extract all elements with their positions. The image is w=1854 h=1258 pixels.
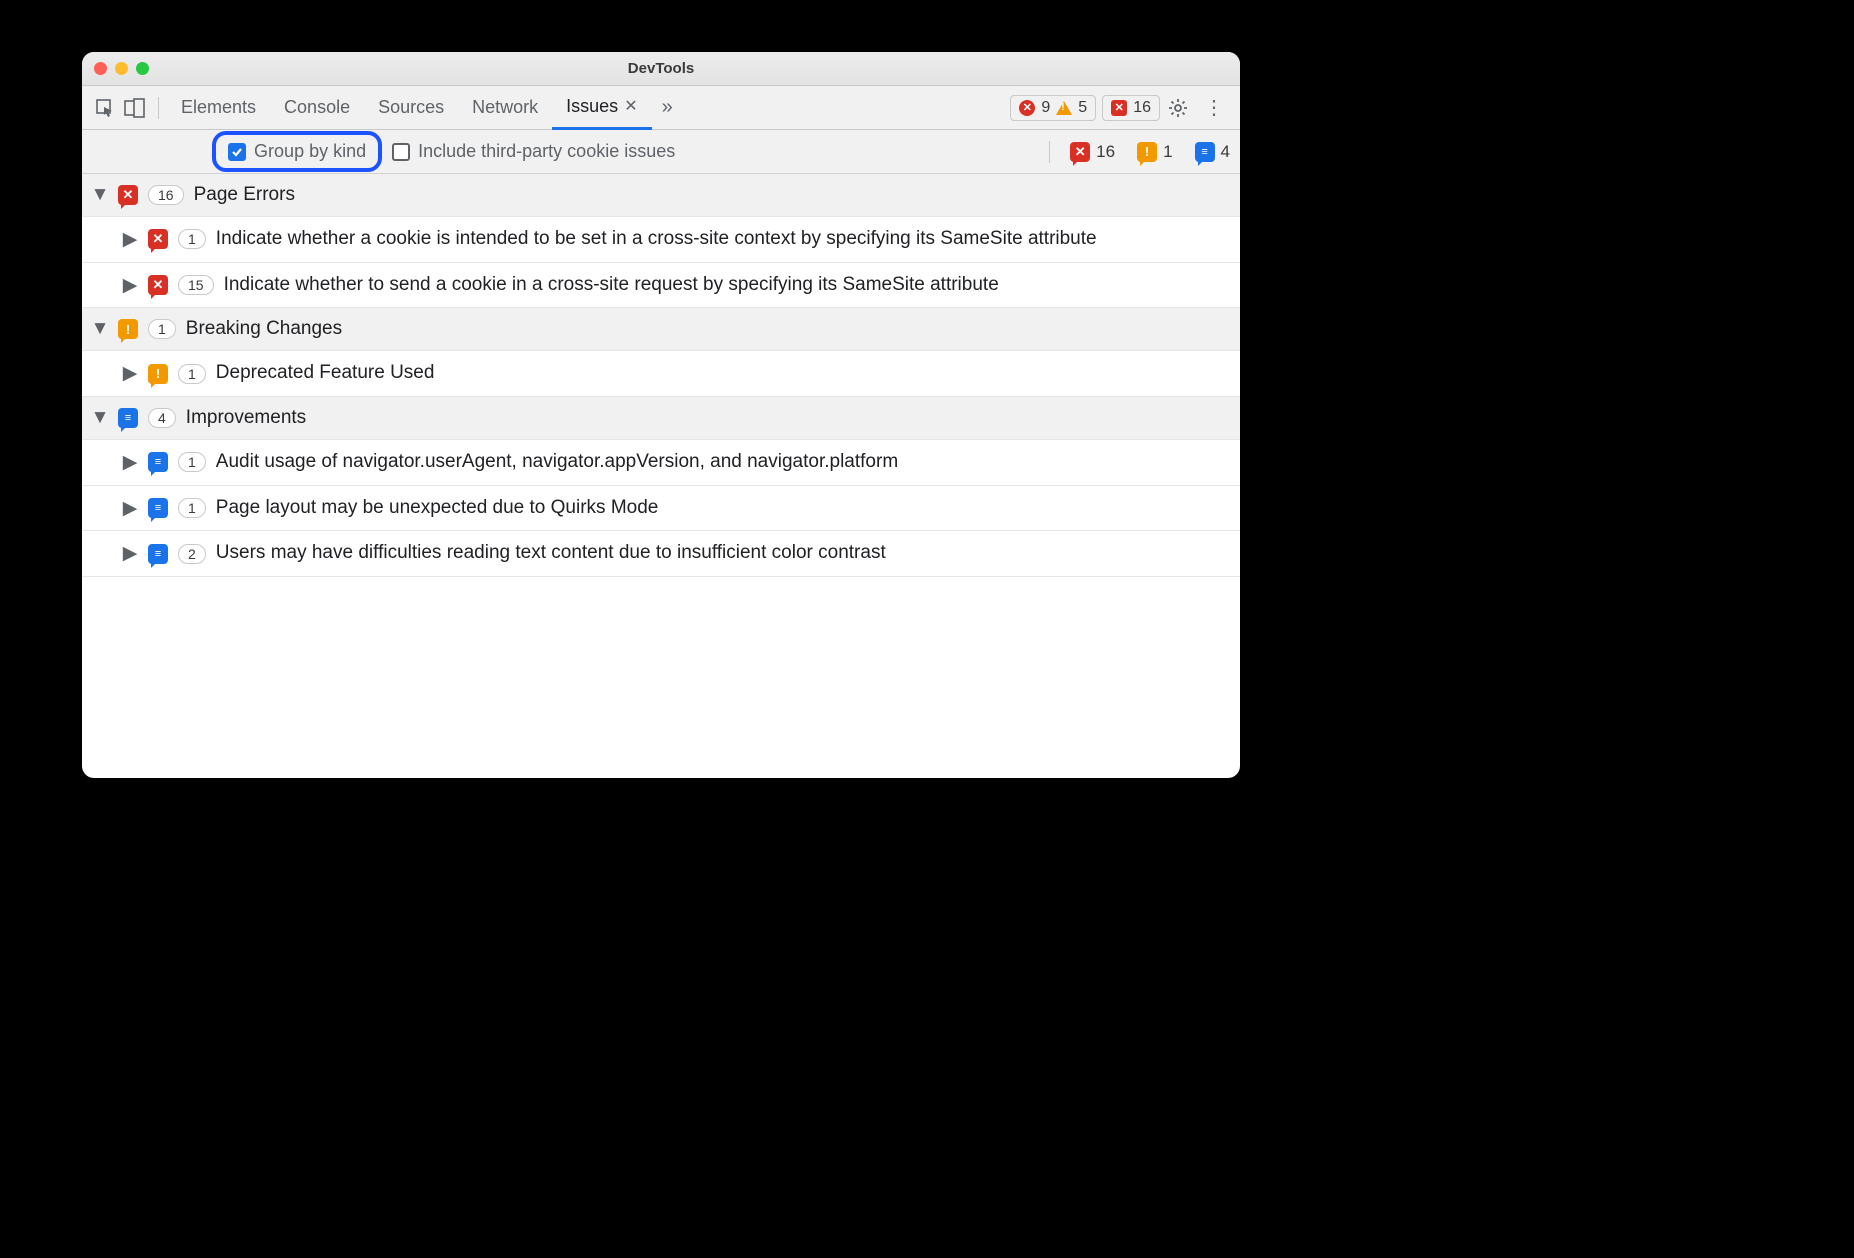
- group-title: Improvements: [186, 407, 306, 429]
- issue-row[interactable]: ▶ ! 1 Deprecated Feature Used: [82, 351, 1240, 397]
- separator: [158, 97, 159, 119]
- error-icon: ✕: [148, 229, 168, 249]
- window-controls: [94, 62, 149, 75]
- tab-label: Console: [284, 97, 350, 118]
- issue-title: Audit usage of navigator.userAgent, navi…: [216, 450, 1230, 475]
- warning-icon: !: [148, 364, 168, 384]
- zoom-window-button[interactable]: [136, 62, 149, 75]
- issues-list: ▼ ✕ 16 Page Errors ▶ ✕ 1 Indicate whethe…: [82, 174, 1240, 778]
- group-by-kind-checkbox[interactable]: Group by kind: [228, 141, 366, 162]
- tab-label: Elements: [181, 97, 256, 118]
- warning-count-chip[interactable]: ! 1: [1137, 142, 1172, 162]
- issue-title: Page layout may be unexpected due to Qui…: [216, 496, 1230, 521]
- tab-strip: Elements Console Sources Network Issues …: [82, 86, 1240, 130]
- issue-row[interactable]: ▶ ≡ 2 Users may have difficulties readin…: [82, 531, 1240, 577]
- error-icon: ✕: [1070, 142, 1090, 162]
- devtools-window: DevTools Elements Console Sources Networ…: [82, 52, 1240, 778]
- include-third-party-checkbox[interactable]: Include third-party cookie issues: [392, 141, 675, 162]
- issues-chip[interactable]: ✕ 16: [1102, 95, 1160, 121]
- count-badge: 1: [178, 452, 206, 472]
- count-badge: 4: [148, 408, 176, 428]
- warning-count: 5: [1078, 99, 1087, 117]
- chevron-right-icon[interactable]: ▶: [122, 500, 138, 516]
- chevron-down-icon[interactable]: ▼: [92, 410, 108, 426]
- info-icon: ≡: [118, 408, 138, 428]
- checkbox-icon: [392, 143, 410, 161]
- group-header-breaking-changes[interactable]: ▼ ! 1 Breaking Changes: [82, 308, 1240, 351]
- issue-row[interactable]: ▶ ≡ 1 Page layout may be unexpected due …: [82, 486, 1240, 532]
- count-badge: 2: [178, 544, 206, 564]
- separator: [1049, 141, 1050, 163]
- tab-issues[interactable]: Issues ✕: [552, 86, 651, 130]
- issues-toolbar: Group by kind Include third-party cookie…: [82, 130, 1240, 174]
- group-header-improvements[interactable]: ▼ ≡ 4 Improvements: [82, 397, 1240, 440]
- error-icon: ✕: [148, 275, 168, 295]
- issues-count: 16: [1133, 99, 1151, 117]
- group-title: Page Errors: [194, 184, 295, 206]
- issue-title: Deprecated Feature Used: [216, 361, 1230, 386]
- tab-network[interactable]: Network: [458, 86, 552, 130]
- issues-icon: ✕: [1111, 100, 1127, 116]
- info-count-chip[interactable]: ≡ 4: [1195, 142, 1230, 162]
- chevron-right-icon[interactable]: ▶: [122, 546, 138, 562]
- count-badge: 1: [148, 319, 176, 339]
- count: 4: [1221, 142, 1230, 162]
- device-toolbar-icon[interactable]: [120, 93, 150, 123]
- error-icon: ✕: [118, 185, 138, 205]
- issue-row[interactable]: ▶ ✕ 1 Indicate whether a cookie is inten…: [82, 217, 1240, 263]
- close-window-button[interactable]: [94, 62, 107, 75]
- more-tabs-button[interactable]: »: [652, 96, 683, 119]
- count-badge: 1: [178, 498, 206, 518]
- more-options-button[interactable]: ⋮: [1196, 95, 1232, 120]
- chevron-right-icon[interactable]: ▶: [122, 454, 138, 470]
- issue-row[interactable]: ▶ ≡ 1 Audit usage of navigator.userAgent…: [82, 440, 1240, 486]
- issue-title: Indicate whether a cookie is intended to…: [216, 227, 1230, 252]
- group-title: Breaking Changes: [186, 318, 342, 340]
- warning-icon: [1056, 101, 1072, 115]
- console-errors-chip[interactable]: ✕ 9 5: [1010, 95, 1096, 121]
- checkbox-icon: [228, 143, 246, 161]
- info-icon: ≡: [148, 452, 168, 472]
- chevron-right-icon[interactable]: ▶: [122, 366, 138, 382]
- group-header-page-errors[interactable]: ▼ ✕ 16 Page Errors: [82, 174, 1240, 217]
- issue-title: Indicate whether to send a cookie in a c…: [224, 273, 1230, 298]
- tab-label: Network: [472, 97, 538, 118]
- checkbox-label: Include third-party cookie issues: [418, 141, 675, 162]
- chevron-down-icon[interactable]: ▼: [92, 321, 108, 337]
- error-count: 9: [1041, 99, 1050, 117]
- warning-icon: !: [118, 319, 138, 339]
- issue-row[interactable]: ▶ ✕ 15 Indicate whether to send a cookie…: [82, 263, 1240, 309]
- title-bar: DevTools: [82, 52, 1240, 86]
- info-icon: ≡: [148, 498, 168, 518]
- group-by-kind-highlight: Group by kind: [212, 131, 382, 172]
- chevron-down-icon[interactable]: ▼: [92, 187, 108, 203]
- tab-label: Sources: [378, 97, 444, 118]
- settings-button[interactable]: [1160, 98, 1196, 118]
- checkbox-label: Group by kind: [254, 141, 366, 162]
- error-icon: ✕: [1019, 100, 1035, 116]
- window-title: DevTools: [82, 60, 1240, 77]
- tab-sources[interactable]: Sources: [364, 86, 458, 130]
- warning-icon: !: [1137, 142, 1157, 162]
- count-badge: 15: [178, 275, 214, 295]
- minimize-window-button[interactable]: [115, 62, 128, 75]
- info-icon: ≡: [1195, 142, 1215, 162]
- tab-elements[interactable]: Elements: [167, 86, 270, 130]
- count: 16: [1096, 142, 1115, 162]
- count-badge: 16: [148, 185, 184, 205]
- count: 1: [1163, 142, 1172, 162]
- tab-console[interactable]: Console: [270, 86, 364, 130]
- chevron-right-icon[interactable]: ▶: [122, 231, 138, 247]
- chevron-right-icon[interactable]: ▶: [122, 277, 138, 293]
- issue-title: Users may have difficulties reading text…: [216, 541, 1230, 566]
- count-badge: 1: [178, 364, 206, 384]
- info-icon: ≡: [148, 544, 168, 564]
- error-count-chip[interactable]: ✕ 16: [1070, 142, 1115, 162]
- tab-label: Issues: [566, 96, 618, 117]
- count-badge: 1: [178, 229, 206, 249]
- inspect-element-icon[interactable]: [90, 93, 120, 123]
- close-tab-icon[interactable]: ✕: [624, 96, 637, 116]
